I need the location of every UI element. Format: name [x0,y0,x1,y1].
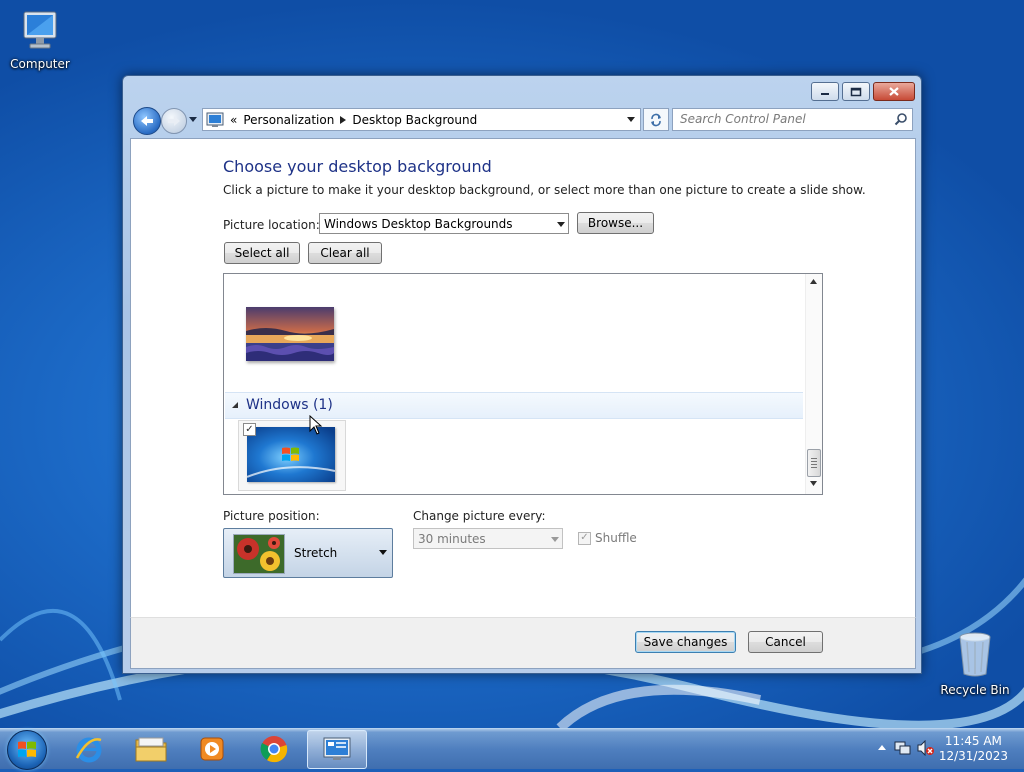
computer-icon [23,11,57,49]
refresh-icon [651,113,661,126]
content-pane: Choose your desktop background Click a p… [130,138,916,619]
save-changes-button[interactable]: Save changes [635,631,736,653]
maximize-icon [850,87,862,96]
select-all-button[interactable]: Select all [224,242,300,264]
taskbar: 11:45 AM 12/31/2023 [0,728,1024,770]
chevron-down-icon [627,117,635,122]
change-picture-label: Change picture every: [413,509,546,523]
arrow-left-icon [141,116,153,126]
mouse-cursor-icon [309,415,323,435]
shuffle-checkbox[interactable]: ✓ Shuffle [578,531,637,545]
browse-button[interactable]: Browse... [577,212,654,234]
maximize-button[interactable] [842,82,870,101]
clock-time: 11:45 AM [944,734,1002,748]
refresh-button[interactable] [643,108,669,131]
recent-pages-dropdown[interactable] [188,113,198,125]
change-picture-value: 30 minutes [418,531,486,546]
scroll-down-icon[interactable] [810,481,817,486]
taskbar-chrome[interactable] [245,730,303,767]
windows-logo-image [247,427,335,482]
network-icon[interactable] [894,740,912,756]
collapse-triangle-icon[interactable] [232,402,239,409]
taskbar-control-panel[interactable] [307,730,367,769]
group-title: Windows (1) [246,397,333,413]
scrollbar-thumb[interactable] [807,449,821,477]
picture-location-select[interactable]: Windows Desktop Backgrounds [319,213,569,234]
wallpaper-thumbnail-windows[interactable]: ✓ [238,420,346,491]
desktop-icon-computer[interactable]: Computer [0,8,80,71]
flower-preview-image [233,534,285,574]
change-picture-select[interactable]: 30 minutes [413,528,563,549]
breadcrumb-personalization[interactable]: Personalization [243,113,334,127]
address-bar[interactable]: « Personalization Desktop Background [202,108,641,131]
back-button[interactable] [133,107,161,135]
picture-location-value: Windows Desktop Backgrounds [324,216,513,231]
recycle-bin-icon [959,632,991,677]
media-player-icon [200,737,224,760]
desktop-icon-label: Computer [10,57,70,71]
scroll-up-icon[interactable] [810,279,817,284]
breadcrumb-desktop-background[interactable]: Desktop Background [352,113,477,127]
start-button[interactable] [7,730,47,770]
system-tray: 11:45 AM 12/31/2023 [864,729,1024,769]
windows-logo-icon [18,741,36,757]
forward-button[interactable] [161,108,187,134]
clock[interactable]: 11:45 AM 12/31/2023 [939,734,1008,764]
picture-position-select[interactable]: Stretch [223,528,393,578]
control-panel-icon [323,737,351,760]
picture-position-label: Picture position: [223,509,320,523]
desktop-icon-recycle-bin[interactable]: Recycle Bin [935,630,1015,697]
file-explorer-icon [135,737,167,761]
gallery-scrollbar[interactable] [805,274,822,494]
taskbar-file-explorer[interactable] [122,730,180,767]
close-button[interactable] [873,82,915,101]
clock-date: 12/31/2023 [938,749,1008,763]
minimize-icon [821,92,829,95]
caption-buttons [811,82,915,101]
navigation-bar: « Personalization Desktop Background [131,106,913,135]
taskbar-media-player[interactable] [183,730,241,767]
desktop-background-window: « Personalization Desktop Background Cho [122,75,922,674]
flowers-icon [234,535,284,573]
wallpaper-checkbox[interactable]: ✓ [243,423,256,436]
page-description: Click a picture to make it your desktop … [223,183,866,197]
windows-wallpaper-icon [247,427,335,482]
close-icon [889,87,899,96]
cancel-button[interactable]: Cancel [748,631,823,653]
clear-all-button[interactable]: Clear all [308,242,382,264]
show-hidden-icons-icon[interactable] [878,745,886,750]
search-icon[interactable] [894,112,908,126]
taskbar-internet-explorer[interactable] [60,730,118,767]
wallpaper-gallery: Windows (1) ✓ [223,273,823,495]
picture-location-label: Picture location: [223,218,320,232]
desktop-icon-label: Recycle Bin [940,683,1010,697]
internet-explorer-icon [75,737,102,762]
checkbox-check-icon: ✓ [578,531,591,545]
chevron-down-icon [189,116,197,122]
breadcrumb-separator-icon[interactable] [340,115,347,124]
chevron-down-icon [557,222,565,227]
minimize-button[interactable] [811,82,839,101]
chrome-icon [260,735,288,762]
address-history-button[interactable] [624,112,638,127]
search-box [672,108,913,131]
chevron-down-icon [551,537,559,542]
chevron-down-icon [379,550,387,555]
arrow-right-icon [168,116,180,126]
page-title: Choose your desktop background [223,157,492,176]
volume-muted-icon[interactable] [917,740,935,756]
breadcrumb-overflow[interactable]: « [230,113,237,127]
landscape-image [246,307,334,361]
wallpaper-thumbnail-sunset-lake[interactable] [246,307,334,361]
shuffle-label: Shuffle [595,531,637,545]
dialog-footer: Save changes Cancel [130,617,916,669]
search-input[interactable] [673,109,885,128]
control-panel-icon [206,112,224,127]
picture-position-value: Stretch [294,546,338,560]
